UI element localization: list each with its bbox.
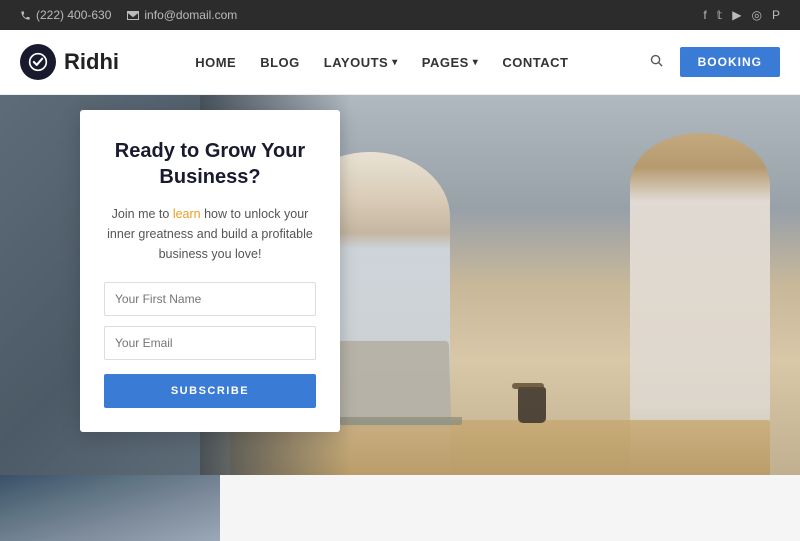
logo[interactable]: Ridhi (20, 44, 119, 80)
form-card: Ready to Grow Your Business? Join me to … (80, 110, 340, 432)
logo-icon (20, 44, 56, 80)
layouts-dropdown-icon: ▾ (392, 57, 398, 68)
pinterest-icon[interactable]: P (772, 8, 780, 22)
phone-text: (222) 400-630 (36, 8, 111, 22)
form-desc-start: Join me to (112, 207, 173, 221)
bottom-section (0, 475, 800, 541)
first-name-input[interactable] (104, 282, 316, 316)
pages-dropdown-icon: ▾ (473, 57, 479, 68)
form-description: Join me to learn how to unlock your inne… (104, 204, 316, 264)
bottom-thumbnail (0, 475, 220, 541)
email-info: info@domail.com (127, 8, 237, 22)
twitter-icon[interactable]: 𝕥 (717, 8, 723, 22)
nav-actions: BOOKING (645, 47, 780, 77)
form-desc-highlight: learn (173, 207, 201, 221)
email-text: info@domail.com (144, 8, 237, 22)
nav-home[interactable]: HOME (195, 55, 236, 70)
nav-layouts[interactable]: LAYOUTS ▾ (324, 55, 398, 70)
nav-blog[interactable]: BLOG (260, 55, 300, 70)
nav-pages[interactable]: PAGES ▾ (422, 55, 479, 70)
youtube-icon[interactable]: ▶ (732, 8, 741, 22)
search-icon (649, 53, 664, 68)
checkmark-icon (28, 52, 48, 72)
social-links: f 𝕥 ▶ ◎ P (703, 8, 780, 22)
phone-icon (20, 10, 31, 21)
hero-section: Ready to Grow Your Business? Join me to … (0, 95, 800, 475)
bottom-image-inner (0, 475, 220, 541)
search-button[interactable] (645, 49, 668, 76)
facebook-icon[interactable]: f (703, 8, 706, 22)
logo-text: Ridhi (64, 49, 119, 75)
form-title: Ready to Grow Your Business? (104, 138, 316, 190)
nav-contact[interactable]: CONTACT (502, 55, 568, 70)
subscribe-button[interactable]: SUBSCRIBE (104, 374, 316, 408)
top-bar-contacts: (222) 400-630 info@domail.com (20, 8, 237, 22)
main-nav: HOME BLOG LAYOUTS ▾ PAGES ▾ CONTACT (195, 55, 568, 70)
top-bar: (222) 400-630 info@domail.com f 𝕥 ▶ ◎ P (0, 0, 800, 30)
email-input[interactable] (104, 326, 316, 360)
email-icon (127, 11, 139, 20)
phone-info: (222) 400-630 (20, 8, 111, 22)
header: Ridhi HOME BLOG LAYOUTS ▾ PAGES ▾ CONTAC… (0, 30, 800, 95)
booking-button[interactable]: BOOKING (680, 47, 780, 77)
instagram-icon[interactable]: ◎ (752, 8, 762, 22)
